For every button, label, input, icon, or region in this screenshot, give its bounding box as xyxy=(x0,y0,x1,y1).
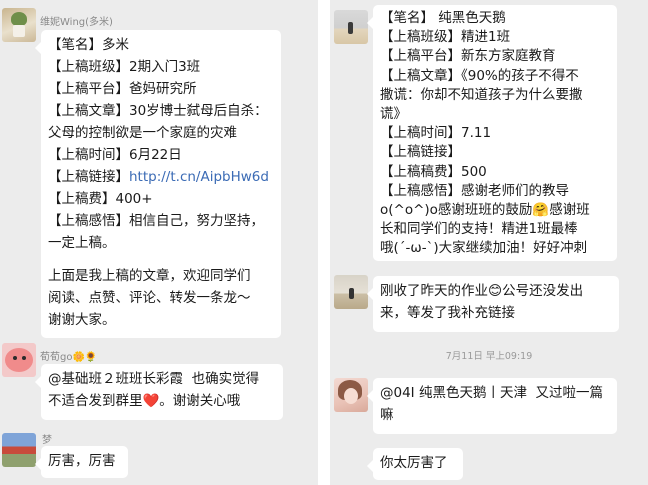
plant-icon xyxy=(11,12,27,26)
message-line: 来，等发了我补充链接 xyxy=(380,305,515,321)
message-bubble[interactable]: 【笔名】多米 【上稿班级】2期入门3班 【上稿平台】爸妈研究所 【上稿文章】30… xyxy=(35,30,281,338)
message-line: 【上稿时间】7.11 xyxy=(380,125,492,142)
message-line: 【上稿时间】6月22日 xyxy=(48,147,182,163)
message-line: 【上稿稿费】500 xyxy=(380,163,487,180)
message-bubble[interactable]: 厉害，厉害 xyxy=(35,446,128,478)
sender-name: 梦 xyxy=(42,435,52,446)
message-line: 【上稿费】400+ xyxy=(48,191,153,207)
person-icon xyxy=(348,22,353,34)
message-line: 谢谢大家。 xyxy=(48,312,116,328)
message-line: 【上稿平台】新东方家庭教育 xyxy=(380,48,556,65)
pane-divider xyxy=(318,0,330,485)
message-line: 【上稿平台】爸妈研究所 xyxy=(48,81,197,97)
message-line: 嘛 xyxy=(380,407,394,423)
message-line: 【上稿文章】30岁博士弑母后自杀： xyxy=(48,103,268,119)
message-bubble[interactable]: 刚收了昨天的作业😊公号还没发出 来，等发了我补充链接 xyxy=(367,276,619,332)
message-line: 【上稿感悟】相信自己，努力坚持， xyxy=(48,213,264,229)
message-line: 父母的控制欲是一个家庭的灾难 xyxy=(48,125,237,141)
message-line: 不适合发到群里❤️。谢谢关心哦 xyxy=(48,393,241,409)
message-line: 谎》 xyxy=(380,106,407,123)
message-line: 【上稿链接】 xyxy=(380,144,461,161)
message-line: 上面是我上稿的文章，欢迎同学们 xyxy=(48,268,251,284)
message-line: 撒谎：你却不知道孩子为什么要撒 xyxy=(380,86,583,103)
message-line: 【上稿班级】精进1班 xyxy=(380,29,511,46)
avatar[interactable] xyxy=(334,378,368,412)
pot-icon xyxy=(13,25,25,37)
message-line: 你太厉害了 xyxy=(380,455,448,471)
link-label: 【上稿链接】 xyxy=(48,169,129,185)
message-bubble[interactable]: @基础班２班班长彩霞 也确实觉得 不适合发到群里❤️。谢谢关心哦 xyxy=(35,364,283,420)
face-icon xyxy=(344,388,358,404)
message-bubble[interactable]: 【笔名】 纯黑色天鹅 【上稿班级】精进1班 【上稿平台】新东方家庭教育 【上稿文… xyxy=(367,5,617,261)
message-line: 【笔名】 纯黑色天鹅 xyxy=(380,10,506,26)
article-link[interactable]: http://t.cn/AipbHw6d xyxy=(129,169,269,185)
message-bubble[interactable]: 你太厉害了 xyxy=(367,448,463,480)
face-icon xyxy=(5,348,33,372)
message-line: @04I 纯黑色天鹅丨天津 又过啦一篇 xyxy=(380,385,604,401)
avatar[interactable] xyxy=(334,10,368,44)
avatar[interactable] xyxy=(334,275,368,309)
avatar[interactable] xyxy=(2,343,36,377)
sender-name: 荀荀go🌼🌻 xyxy=(40,352,98,363)
message-line: o(^o^)o感谢班班的鼓励🤗感谢班 xyxy=(380,202,590,219)
avatar[interactable] xyxy=(2,433,36,467)
message-line: 【笔名】多米 xyxy=(48,37,129,53)
chat-pane-right: 【笔名】 纯黑色天鹅 【上稿班级】精进1班 【上稿平台】新东方家庭教育 【上稿文… xyxy=(330,0,648,485)
message-line: 【上稿链接】http://t.cn/AipbHw6d xyxy=(48,166,274,188)
message-line: 刚收了昨天的作业😊公号还没发出 xyxy=(380,283,584,299)
message-line: 阅读、点赞、评论、转发一条龙～ xyxy=(48,290,251,306)
message-bubble[interactable]: @04I 纯黑色天鹅丨天津 又过啦一篇 嘛 xyxy=(367,378,617,434)
message-line: 哦(´-ω-`)大家继续加油！好好冲刺 xyxy=(380,240,588,257)
eye-icon xyxy=(13,356,17,360)
message-line: 厉害，厉害 xyxy=(48,453,116,469)
avatar[interactable] xyxy=(2,8,36,42)
chat-pane-left: 维妮Wing(多米) 【笔名】多米 【上稿班级】2期入门3班 【上稿平台】爸妈研… xyxy=(0,0,318,485)
message-line: 一定上稿。 xyxy=(48,235,116,251)
message-line: 【上稿感悟】感谢老师们的教导 xyxy=(380,182,569,199)
eye-icon xyxy=(22,356,26,360)
message-line: 【上稿文章】《90%的孩子不得不 xyxy=(380,67,579,84)
message-line: @基础班２班班长彩霞 也确实觉得 xyxy=(48,371,260,387)
timestamp: 7月11日 早上09:19 xyxy=(445,351,533,362)
sender-name: 维妮Wing(多米) xyxy=(40,17,113,28)
message-line: 长和同学们的支持！精进1班最棒 xyxy=(380,221,578,238)
person-icon xyxy=(349,288,354,299)
message-line: 【上稿班级】2期入门3班 xyxy=(48,59,201,75)
